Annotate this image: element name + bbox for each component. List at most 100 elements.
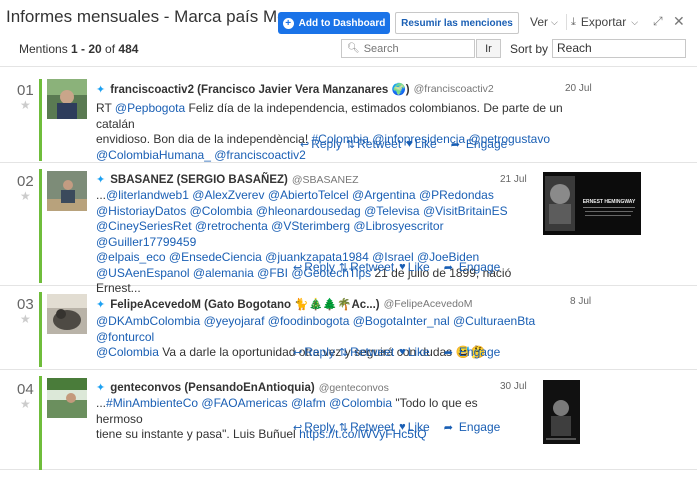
reply-button[interactable]: ↩ Reply bbox=[293, 345, 335, 359]
mention-link[interactable]: @PRedondas bbox=[419, 188, 494, 202]
close-icon[interactable]: ✕ bbox=[673, 13, 685, 30]
sort-select[interactable]: Reach bbox=[552, 39, 686, 58]
mention-actions: ↩ Reply ⇅ Retweet ♥ Like ➦ Engage bbox=[300, 137, 507, 151]
chevron-down-icon: ⌵ bbox=[551, 16, 558, 27]
mention-link[interactable]: @Argentina bbox=[352, 188, 416, 202]
mention-link[interactable]: @franciscoactiv2 bbox=[214, 148, 306, 162]
mentions-total: 484 bbox=[118, 42, 139, 56]
mention-link[interactable]: @hleonardousedag bbox=[256, 204, 361, 218]
mention-link[interactable]: #MinAmbienteCo bbox=[106, 396, 198, 410]
mention-link[interactable]: @USAenEspanol bbox=[96, 266, 190, 280]
hemingway-image: ERNEST HEMINGWAY bbox=[543, 172, 641, 235]
engage-button[interactable]: ➦ Engage bbox=[451, 137, 508, 151]
mention-link[interactable]: @elpais_eco bbox=[96, 250, 166, 264]
mention-link[interactable]: @fonturcol bbox=[96, 330, 154, 344]
mention-link[interactable]: @VSterimberg bbox=[271, 219, 350, 233]
reply-button[interactable]: ↩ Reply bbox=[300, 137, 342, 151]
avatar[interactable] bbox=[47, 294, 87, 334]
author-handle[interactable]: @franciscoactiv2 bbox=[414, 83, 494, 95]
engage-button[interactable]: ➦ Engage bbox=[444, 345, 501, 359]
like-button[interactable]: ♥ Like bbox=[399, 345, 430, 359]
mention-link[interactable]: @alemania bbox=[193, 266, 254, 280]
like-button[interactable]: ♥ Like bbox=[399, 260, 430, 274]
like-button[interactable]: ♥ Like bbox=[406, 137, 437, 151]
star-icon[interactable]: ★ bbox=[20, 98, 31, 112]
mention-row: 03 ★ ✦ FelipeAcevedoM (Gato Bogotano 🐈🎄🌲… bbox=[0, 286, 697, 370]
expand-icon[interactable]: ⤢ bbox=[653, 14, 663, 29]
mention-link[interactable]: @yeyojaraf bbox=[204, 314, 265, 328]
star-icon[interactable]: ★ bbox=[20, 397, 31, 411]
mention-link[interactable]: @retrochenta bbox=[195, 219, 268, 233]
avatar-image bbox=[47, 294, 87, 334]
mention-link[interactable]: @DKAmbColombia bbox=[96, 314, 200, 328]
author-handle[interactable]: @FelipeAcevedoM bbox=[384, 298, 473, 310]
reply-button[interactable]: ↩ Reply bbox=[293, 260, 335, 274]
search-box[interactable]: 🔍︎ bbox=[341, 39, 475, 58]
mention-actions: ↩ Reply ⇅ Retweet ♥ Like ➦ Engage bbox=[293, 260, 500, 274]
mention-link[interactable]: @Colombia bbox=[190, 204, 253, 218]
retweet-button[interactable]: ⇅ Retweet bbox=[339, 420, 394, 434]
mention-link[interactable]: @CulturaenBta bbox=[453, 314, 535, 328]
reply-label: Reply bbox=[311, 137, 342, 151]
star-icon[interactable]: ★ bbox=[20, 189, 31, 203]
mention-link[interactable]: @Televisa bbox=[364, 204, 420, 218]
search-input[interactable] bbox=[363, 42, 474, 55]
avatar[interactable] bbox=[47, 79, 87, 119]
mention-link[interactable]: @lafm bbox=[291, 396, 326, 410]
mention-date: 30 Jul bbox=[500, 381, 527, 392]
mention-link[interactable]: @FAOAmericas bbox=[201, 396, 287, 410]
twitter-icon: ✦ bbox=[96, 298, 106, 311]
author-name[interactable]: FelipeAcevedoM (Gato Bogotano 🐈🎄🌲🌴Ac...) bbox=[110, 297, 379, 311]
retweet-button[interactable]: ⇅ Retweet bbox=[339, 345, 394, 359]
mention-date: 21 Jul bbox=[500, 174, 527, 185]
mention-text-segment: tiene su instante y pasa". Luis Buñuel bbox=[96, 427, 300, 441]
mention-link[interactable]: @Guiller17799459 bbox=[96, 235, 196, 249]
mention-link[interactable]: @FBI bbox=[257, 266, 288, 280]
author-name[interactable]: franciscoactiv2 (Francisco Javier Vera M… bbox=[110, 82, 409, 96]
retweet-button[interactable]: ⇅ Retweet bbox=[346, 137, 401, 151]
export-menu[interactable]: ⤓ Exportar ⌵ bbox=[571, 15, 638, 29]
author-name[interactable]: genteconvos (PensandoEnAntioquia) bbox=[110, 382, 314, 394]
engage-label: Engage bbox=[465, 137, 508, 151]
author-handle[interactable]: @SBASANEZ bbox=[292, 174, 359, 186]
mention-text-line: @DKAmbColombia @yeyojaraf @foodinbogota … bbox=[96, 314, 576, 345]
media-thumbnail[interactable] bbox=[543, 380, 580, 444]
mention-link[interactable]: @foodinbogota bbox=[268, 314, 350, 328]
mention-link[interactable]: @BogotaInter_nal bbox=[353, 314, 450, 328]
mention-link[interactable]: @HistoriayDatos bbox=[96, 204, 186, 218]
like-button[interactable]: ♥ Like bbox=[399, 420, 430, 434]
mention-link[interactable]: @AbiertoTelcel bbox=[268, 188, 349, 202]
mention-link[interactable]: @Colombia bbox=[329, 396, 392, 410]
star-icon[interactable]: ★ bbox=[20, 312, 31, 326]
mention-link[interactable]: @VisitBritainES bbox=[423, 204, 508, 218]
view-menu[interactable]: Ver ⌵ bbox=[530, 15, 558, 29]
page-title: Informes mensuales - Marca país Me... bbox=[6, 7, 278, 26]
mention-link[interactable]: @EnsedeCiencia bbox=[169, 250, 262, 264]
engage-button[interactable]: ➦ Engage bbox=[444, 260, 501, 274]
mention-link[interactable]: @AlexZverev bbox=[192, 188, 264, 202]
avatar[interactable] bbox=[47, 378, 87, 418]
mention-header: ✦ SBASANEZ (SERGIO BASAÑEZ) @SBASANEZ bbox=[96, 173, 359, 187]
mention-link[interactable]: @ColombiaHumana_ bbox=[96, 148, 211, 162]
mention-link[interactable]: @Colombia bbox=[96, 345, 159, 359]
mention-link[interactable]: @CineySeriesRet bbox=[96, 219, 192, 233]
mention-link[interactable]: @literlandweb1 bbox=[106, 188, 189, 202]
engage-button[interactable]: ➦ Engage bbox=[444, 420, 501, 434]
mention-header: ✦ genteconvos (PensandoEnAntioquia) @gen… bbox=[96, 381, 389, 395]
retweet-label: Retweet bbox=[357, 137, 402, 151]
mentions-prefix: Mentions bbox=[19, 42, 72, 56]
mention-link[interactable]: @Librosyescritor bbox=[353, 219, 443, 233]
mention-text-line: @HistoriayDatos @Colombia @hleonardoused… bbox=[96, 204, 526, 220]
search-go-button[interactable]: Ir bbox=[476, 39, 501, 58]
summarize-mentions-button[interactable]: Resumir las menciones bbox=[395, 12, 519, 34]
retweet-button[interactable]: ⇅ Retweet bbox=[339, 260, 394, 274]
add-to-dashboard-button[interactable]: + Add to Dashboard bbox=[278, 12, 390, 34]
media-thumbnail[interactable]: ERNEST HEMINGWAY bbox=[543, 172, 641, 235]
avatar[interactable] bbox=[47, 171, 87, 211]
retweet-icon: ⇅ bbox=[338, 346, 349, 359]
author-name[interactable]: SBASANEZ (SERGIO BASAÑEZ) bbox=[110, 174, 288, 186]
reply-button[interactable]: ↩ Reply bbox=[293, 420, 335, 434]
mention-link[interactable]: @Pepbogota bbox=[115, 101, 185, 115]
author-handle[interactable]: @genteconvos bbox=[319, 382, 389, 394]
menu-divider bbox=[566, 14, 567, 30]
